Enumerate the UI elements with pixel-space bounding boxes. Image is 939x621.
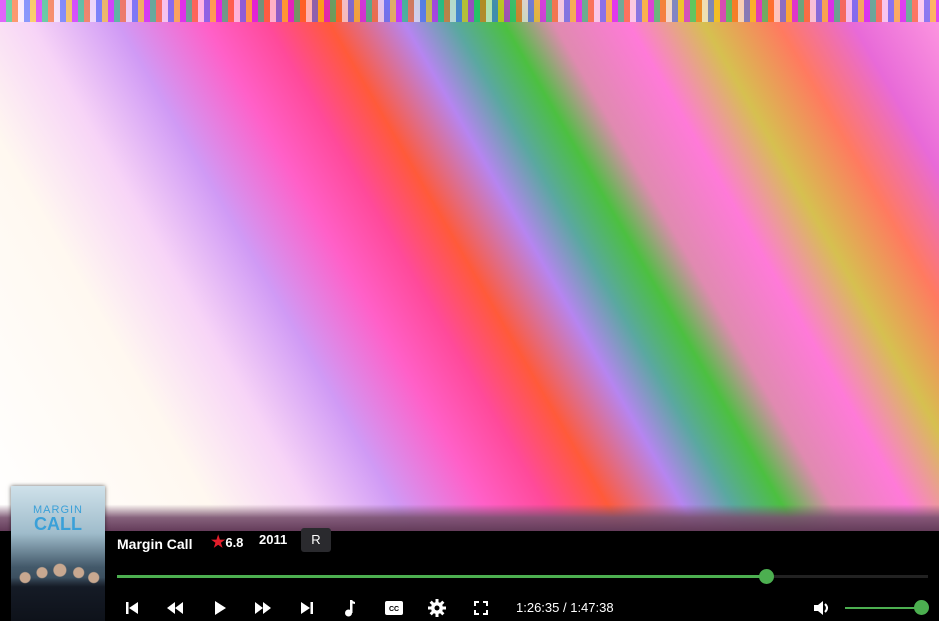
closed-captions-icon: CC — [385, 601, 403, 615]
poster-image — [11, 559, 105, 621]
time-separator: / — [559, 600, 571, 615]
volume-icon — [814, 601, 828, 615]
fast-forward-button[interactable] — [252, 598, 274, 618]
current-time: 1:26:35 — [516, 600, 560, 615]
seek-bar-fill — [117, 575, 766, 578]
movie-year: 2011 — [259, 532, 288, 547]
gear-icon — [428, 599, 446, 617]
skip-previous-button[interactable] — [121, 598, 143, 618]
play-button[interactable] — [209, 598, 231, 618]
volume-button[interactable] — [812, 598, 834, 618]
mpaa-badge: R — [301, 528, 331, 552]
skip-next-button[interactable] — [296, 598, 318, 618]
time-display: 1:26:35 / 1:47:38 — [516, 600, 614, 615]
poster-title-line2: CALL — [34, 514, 82, 534]
settings-button[interactable] — [426, 598, 448, 618]
video-artifacts — [0, 0, 939, 22]
fast-forward-icon — [255, 602, 271, 614]
play-icon — [215, 601, 226, 615]
fullscreen-button[interactable] — [470, 598, 492, 618]
skip-previous-icon — [126, 602, 138, 614]
rewind-button[interactable] — [164, 598, 186, 618]
subtitles-button[interactable]: CC — [383, 598, 405, 618]
movie-rating: ★6.8 — [211, 532, 243, 552]
rewind-icon — [167, 602, 183, 614]
svg-text:CC: CC — [389, 606, 399, 613]
skip-next-icon — [301, 602, 313, 614]
rating-value: 6.8 — [225, 535, 244, 550]
duration: 1:47:38 — [570, 600, 614, 615]
seek-bar[interactable] — [117, 569, 928, 584]
music-note-icon — [345, 599, 355, 616]
movie-poster: MARGIN CALL — [11, 486, 105, 621]
fullscreen-icon — [474, 601, 488, 615]
seek-thumb[interactable] — [758, 569, 774, 584]
video-area[interactable] — [0, 0, 939, 531]
volume-slider[interactable] — [845, 607, 922, 609]
audio-track-button[interactable] — [339, 598, 361, 618]
movie-title: Margin Call — [117, 536, 193, 552]
volume-thumb[interactable] — [914, 600, 929, 615]
star-icon: ★ — [211, 534, 226, 551]
